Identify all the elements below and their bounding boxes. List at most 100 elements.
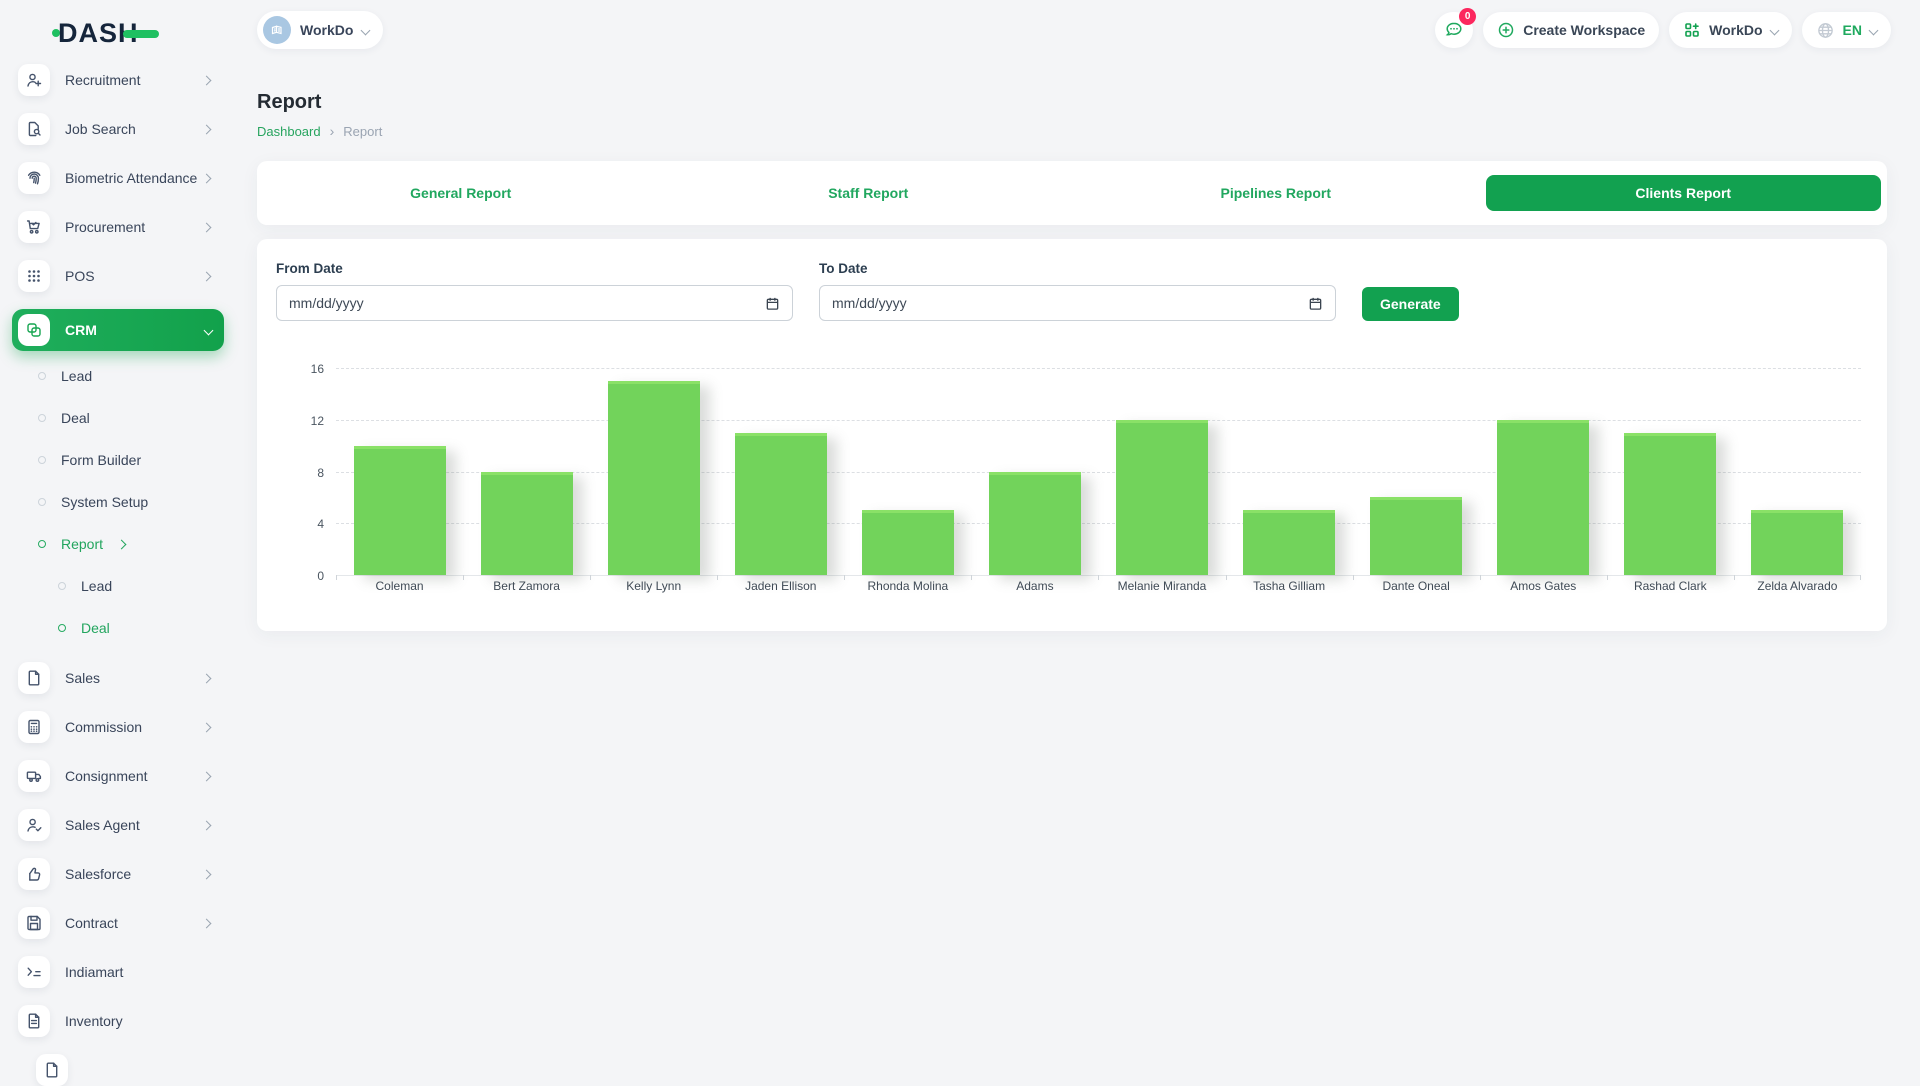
workspace-name: WorkDo — [300, 22, 353, 38]
sidebar-item-sales[interactable]: Sales — [18, 662, 216, 694]
sidebar-item-contract[interactable]: Contract — [18, 907, 216, 939]
clients-report-bar-chart: 1612840ColemanBert ZamoraKelly LynnJaden… — [276, 368, 1861, 575]
bar-rashad-clark[interactable] — [1624, 433, 1716, 575]
sidebar-item-consignment[interactable]: Consignment — [18, 760, 216, 792]
sidebar-item-label: Procurement — [65, 219, 216, 235]
chart-category-rhonda-molina: Rhonda Molina — [844, 368, 971, 575]
bar-amos-gates[interactable] — [1497, 420, 1589, 575]
y-axis-tick-label: 8 — [276, 466, 324, 480]
file-icon — [18, 662, 50, 694]
tab-general-report[interactable]: General Report — [257, 161, 665, 225]
x-axis-tick — [1098, 575, 1099, 580]
to-date-field: To Date mm/dd/yyyy — [819, 261, 1336, 321]
sidebar-subitem-label: Lead — [81, 578, 112, 594]
bar-adams[interactable] — [989, 472, 1081, 576]
chart-category-coleman: Coleman — [336, 368, 463, 575]
bar-melanie-miranda[interactable] — [1116, 420, 1208, 575]
x-axis-tick — [1226, 575, 1227, 580]
apps-grid-icon — [1683, 21, 1701, 39]
app-logo[interactable]: DASH — [0, 0, 230, 60]
sidebar-item-label: Salesforce — [65, 866, 216, 882]
x-axis-tick — [971, 575, 972, 580]
sidebar-item-commission[interactable]: Commission — [18, 711, 216, 743]
bar-kelly-lynn[interactable] — [608, 381, 700, 575]
sidebar-item-label: Inventory — [65, 1013, 216, 1029]
sidebar-item-crm[interactable]: CRM — [12, 309, 224, 351]
sidebar-subitem-deal[interactable]: Deal — [58, 620, 216, 636]
chevron-down-icon — [1769, 25, 1779, 35]
bar-bert-zamora[interactable] — [481, 472, 573, 576]
bar-zelda-alvarado[interactable] — [1751, 510, 1843, 575]
workspace-chip[interactable]: WorkDo — [257, 11, 383, 49]
workspace-avatar — [263, 16, 291, 44]
sidebar-subitem-deal[interactable]: Deal — [38, 410, 216, 426]
x-axis-category-label: Amos Gates — [1480, 579, 1607, 593]
sidebar-subitem-form-builder[interactable]: Form Builder — [38, 452, 216, 468]
sidebar-subitem-label: Deal — [61, 410, 90, 426]
filters-row: From Date mm/dd/yyyy To Date mm/dd/yyyy — [276, 261, 1863, 321]
bar-coleman[interactable] — [354, 446, 446, 575]
sidebar-item-procurement[interactable]: Procurement — [18, 211, 216, 243]
chart-category-melanie-miranda: Melanie Miranda — [1098, 368, 1225, 575]
tab-pipelines-report[interactable]: Pipelines Report — [1072, 161, 1480, 225]
bar-tasha-gilliam[interactable] — [1243, 510, 1335, 575]
chart-category-amos-gates: Amos Gates — [1480, 368, 1607, 575]
from-date-input[interactable]: mm/dd/yyyy — [276, 285, 793, 321]
sidebar-item-job-search[interactable]: Job Search — [18, 113, 216, 145]
sidebar-item-salesforce[interactable]: Salesforce — [18, 858, 216, 890]
x-axis-category-label: Zelda Alvarado — [1734, 579, 1861, 593]
crm-icon — [18, 314, 50, 346]
x-axis-tick — [717, 575, 718, 580]
sidebar-item-sales-agent[interactable]: Sales Agent — [18, 809, 216, 841]
to-date-input[interactable]: mm/dd/yyyy — [819, 285, 1336, 321]
active-tab-pill: Clients Report — [1486, 175, 1882, 211]
sidebar-subitem-system-setup[interactable]: System Setup — [38, 494, 216, 510]
circle-plus-icon — [1497, 21, 1515, 39]
x-axis-tick — [336, 575, 337, 580]
messages-button[interactable]: 0 — [1435, 12, 1473, 48]
sidebar-item-label: Contract — [65, 915, 216, 931]
generate-button[interactable]: Generate — [1362, 287, 1459, 321]
thumbs-up-icon — [18, 858, 50, 890]
file-icon — [36, 1054, 68, 1086]
chart-category-rashad-clark: Rashad Clark — [1607, 368, 1734, 575]
tab-staff-report[interactable]: Staff Report — [665, 161, 1073, 225]
sidebar-item-label: Consignment — [65, 768, 216, 784]
y-axis-tick-label: 0 — [276, 569, 324, 583]
sidebar-subitem-lead[interactable]: Lead — [38, 368, 216, 384]
sidebar-subitem-lead[interactable]: Lead — [58, 578, 216, 594]
x-axis-category-label: Dante Oneal — [1353, 579, 1480, 593]
file-lines-icon — [18, 1005, 50, 1037]
chevron-down-icon — [361, 25, 371, 35]
sidebar-item-biometric-attendance[interactable]: Biometric Attendance — [18, 162, 216, 194]
breadcrumb-dashboard-link[interactable]: Dashboard — [257, 124, 321, 139]
sidebar-item-partial[interactable] — [36, 1054, 216, 1086]
sidebar-subitem-report[interactable]: Report — [38, 536, 216, 552]
bar-jaden-ellison[interactable] — [735, 433, 827, 575]
to-date-label: To Date — [819, 261, 1336, 276]
sidebar-item-recruitment[interactable]: Recruitment — [18, 64, 216, 96]
breadcrumb: Dashboard › Report — [257, 123, 1887, 139]
language-selector[interactable]: EN — [1802, 12, 1891, 48]
sidebar-item-label: CRM — [65, 322, 216, 338]
sidebar-item-label: Commission — [65, 719, 216, 735]
sidebar-item-label: Sales Agent — [65, 817, 216, 833]
tab-clients-report[interactable]: Clients Report — [1480, 161, 1888, 225]
header-actions: 0 Create Workspace WorkDo EN — [1435, 12, 1891, 48]
create-workspace-button[interactable]: Create Workspace — [1483, 12, 1659, 48]
x-axis-category-label: Coleman — [336, 579, 463, 593]
sidebar-subitem-label: Deal — [81, 620, 110, 636]
calculator-icon — [18, 711, 50, 743]
bar-dante-oneal[interactable] — [1370, 497, 1462, 575]
save-icon — [18, 907, 50, 939]
bar-rhonda-molina[interactable] — [862, 510, 954, 575]
grid-dots-icon — [18, 260, 50, 292]
sidebar-item-pos[interactable]: POS — [18, 260, 216, 292]
sidebar: DASH Recruitment Job Search Biometric Atte… — [0, 0, 230, 1080]
workspace-switcher[interactable]: WorkDo — [1669, 12, 1791, 48]
from-date-label: From Date — [276, 261, 793, 276]
sidebar-item-indiamart[interactable]: Indiamart — [18, 956, 216, 988]
x-axis-tick — [1860, 575, 1861, 580]
sidebar-item-inventory[interactable]: Inventory — [18, 1005, 216, 1037]
breadcrumb-separator-icon: › — [330, 123, 335, 139]
